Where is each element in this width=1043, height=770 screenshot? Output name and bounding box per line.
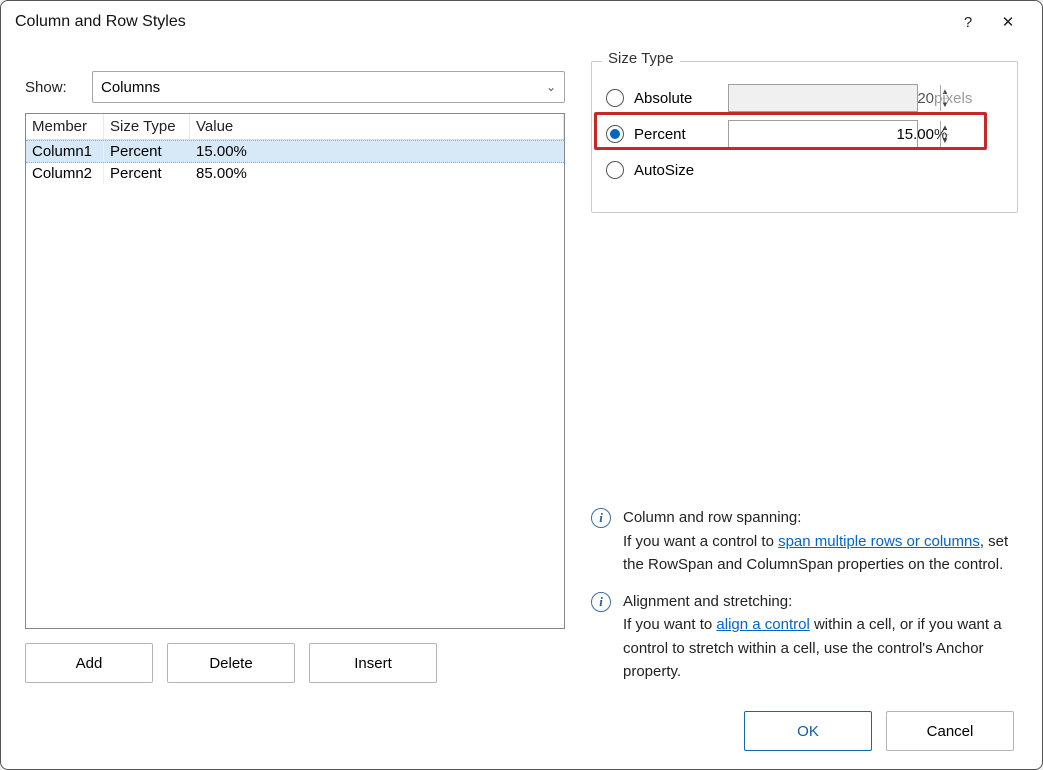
add-button[interactable]: Add	[25, 643, 153, 683]
cell-member: Column1	[26, 141, 104, 162]
info-heading: Column and row spanning:	[623, 509, 801, 526]
info-heading: Alignment and stretching:	[623, 593, 792, 610]
delete-button-label: Delete	[209, 655, 252, 672]
chevron-down-icon: ⌄	[546, 80, 556, 94]
radio-row-autosize: AutoSize	[606, 152, 1003, 188]
cell-value: 15.00%	[190, 141, 564, 162]
show-dropdown-value: Columns	[101, 79, 160, 96]
dialog-window: Column and Row Styles ? ✕ Show: Columns …	[0, 0, 1043, 770]
info-text: Alignment and stretching: If you want to…	[623, 590, 1018, 683]
cell-value: 85.00%	[190, 163, 564, 184]
info-block-spanning: i Column and row spanning: If you want a…	[591, 506, 1018, 576]
percent-unit: %	[934, 126, 947, 143]
delete-button[interactable]: Delete	[167, 643, 295, 683]
radio-row-percent: Percent ▲ ▼ %	[606, 116, 1003, 152]
table-row[interactable]: Column2 Percent 85.00%	[26, 163, 564, 184]
cell-sizetype: Percent	[104, 141, 190, 162]
percent-label[interactable]: Percent	[634, 126, 718, 143]
header-sizetype[interactable]: Size Type	[104, 114, 190, 139]
table-row[interactable]: Column1 Percent 15.00%	[26, 140, 564, 163]
size-type-title: Size Type	[602, 50, 680, 67]
help-icon: ?	[964, 14, 972, 31]
absolute-radio[interactable]	[606, 89, 624, 107]
window-title: Column and Row Styles	[15, 13, 948, 31]
close-button[interactable]: ✕	[988, 6, 1028, 38]
autosize-radio[interactable]	[606, 161, 624, 179]
info-text: Column and row spanning: If you want a c…	[623, 506, 1018, 576]
styles-grid[interactable]: Member Size Type Value Column1 Percent 1…	[25, 113, 565, 629]
header-member[interactable]: Member	[26, 114, 104, 139]
show-dropdown[interactable]: Columns ⌄	[92, 71, 565, 103]
ok-button[interactable]: OK	[744, 711, 872, 751]
autosize-label[interactable]: AutoSize	[634, 162, 718, 179]
absolute-label[interactable]: Absolute	[634, 90, 718, 107]
cancel-button[interactable]: Cancel	[886, 711, 1014, 751]
info-icon: i	[591, 508, 611, 528]
show-label: Show:	[25, 79, 80, 96]
percent-radio[interactable]	[606, 125, 624, 143]
span-link[interactable]: span multiple rows or columns	[778, 533, 980, 550]
insert-button-label: Insert	[354, 655, 392, 672]
absolute-unit: pixels	[934, 90, 972, 107]
info-text-part: If you want to	[623, 616, 716, 633]
header-value[interactable]: Value	[190, 114, 564, 139]
cancel-button-label: Cancel	[927, 723, 974, 740]
absolute-spinbox[interactable]: ▲ ▼	[728, 84, 918, 112]
size-type-group: Size Type Absolute ▲ ▼ pixels	[591, 61, 1018, 213]
titlebar: Column and Row Styles ? ✕	[1, 1, 1042, 43]
cell-sizetype: Percent	[104, 163, 190, 184]
cell-member: Column2	[26, 163, 104, 184]
help-button[interactable]: ?	[948, 6, 988, 38]
percent-spinbox[interactable]: ▲ ▼	[728, 120, 918, 148]
close-icon: ✕	[1002, 13, 1015, 31]
info-block-alignment: i Alignment and stretching: If you want …	[591, 590, 1018, 683]
add-button-label: Add	[76, 655, 103, 672]
insert-button[interactable]: Insert	[309, 643, 437, 683]
info-icon: i	[591, 592, 611, 612]
ok-button-label: OK	[797, 723, 819, 740]
radio-row-absolute: Absolute ▲ ▼ pixels	[606, 80, 1003, 116]
absolute-input[interactable]	[729, 90, 940, 107]
info-text-part: If you want a control to	[623, 533, 778, 550]
percent-input[interactable]	[729, 126, 940, 143]
grid-header: Member Size Type Value	[26, 114, 564, 140]
align-link[interactable]: align a control	[716, 616, 809, 633]
